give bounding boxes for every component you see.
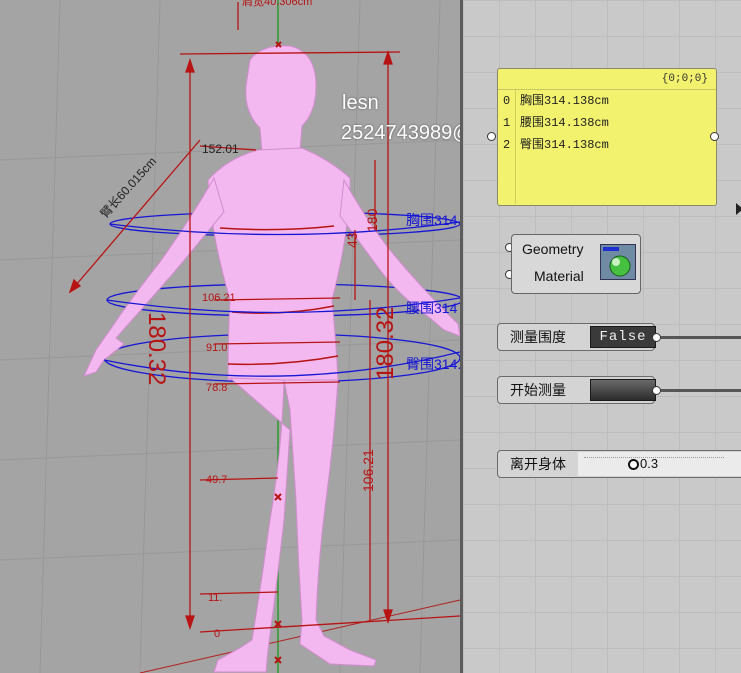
- dim-waist-small: 106.21: [202, 292, 236, 304]
- offset-slider-label: 离开身体: [510, 456, 566, 472]
- panel-row-index: 0: [503, 94, 511, 108]
- panel-row: 1 腰围314.138cm: [498, 112, 716, 134]
- geometry-input-label: Geometry: [522, 241, 584, 257]
- rhino-viewport[interactable]: 肩宽40.306cm 152.01 臂长60.015cm 180.32 180.…: [0, 0, 460, 673]
- toggle-output-wire: [661, 336, 741, 339]
- panel-row-value: 腰围314.138cm: [520, 116, 609, 130]
- panel-row-value: 胸围314.138cm: [520, 94, 609, 108]
- offset-slider-value: 0.3: [640, 456, 659, 471]
- grasshopper-canvas[interactable]: {0;0;0} 0 胸围314.138cm 1 腰围314.138cm 2 臀围…: [463, 0, 741, 673]
- start-measure-button[interactable]: 开始测量: [497, 376, 656, 404]
- button-output-wire: [661, 389, 741, 392]
- dim-11: 11.: [208, 592, 223, 604]
- measure-girth-label: 测量围度: [510, 329, 566, 345]
- dim-height-right: 180.32: [372, 306, 399, 380]
- waist-tag: 腰围314: [406, 300, 458, 316]
- watermark-name: lesn: [342, 92, 379, 114]
- start-measure-face[interactable]: [590, 379, 656, 401]
- watermark-id: 2524743989@: [341, 122, 460, 144]
- dim-0: 0: [214, 628, 221, 640]
- red-axis: [139, 599, 460, 673]
- dim-106-21: 106.21: [360, 449, 376, 492]
- button-output-port[interactable]: [652, 386, 661, 395]
- measure-girth-toggle[interactable]: 测量围度 False: [497, 323, 656, 351]
- dim-height-left: 180.32: [143, 312, 170, 386]
- panel-input-port[interactable]: [487, 132, 496, 141]
- panel-row-index: 2: [503, 138, 511, 152]
- start-measure-label: 开始测量: [510, 382, 566, 398]
- dim-hip-small2: 78.8: [206, 382, 228, 394]
- dim-49-7: 49.7: [206, 474, 228, 486]
- panel-row-index: 1: [503, 116, 511, 130]
- dim-top-partial: 肩宽40.306cm: [242, 0, 313, 8]
- preview-sphere-icon: [600, 244, 636, 280]
- offset-slider-track[interactable]: [578, 452, 741, 476]
- toggle-output-port[interactable]: [652, 333, 661, 342]
- dim-shoulder: 152.01: [202, 142, 239, 156]
- mouse-cursor-icon: [736, 203, 741, 215]
- dim-43: 43: [344, 232, 360, 248]
- panel-row: 2 臀围314.138cm: [498, 134, 716, 156]
- panel-row: 0 胸围314.138cm: [498, 90, 716, 112]
- material-input-label: Material: [534, 268, 584, 284]
- offset-slider-knob[interactable]: [628, 459, 639, 470]
- custom-preview-component[interactable]: Geometry Material: [511, 234, 641, 294]
- dim-180: 180: [364, 208, 380, 232]
- panel-component[interactable]: {0;0;0} 0 胸围314.138cm 1 腰围314.138cm 2 臀围…: [497, 68, 717, 206]
- chest-tag: 胸围314: [406, 212, 458, 228]
- panel-output-port[interactable]: [710, 132, 719, 141]
- hip-tag: 臀围314.: [406, 356, 460, 372]
- panel-row-value: 臀围314.138cm: [520, 138, 609, 152]
- panel-header: {0;0;0}: [498, 69, 716, 90]
- dim-hip-small: 91.0: [206, 342, 228, 354]
- measure-girth-value[interactable]: False: [590, 326, 656, 348]
- offset-slider[interactable]: 离开身体 0.3: [497, 450, 741, 478]
